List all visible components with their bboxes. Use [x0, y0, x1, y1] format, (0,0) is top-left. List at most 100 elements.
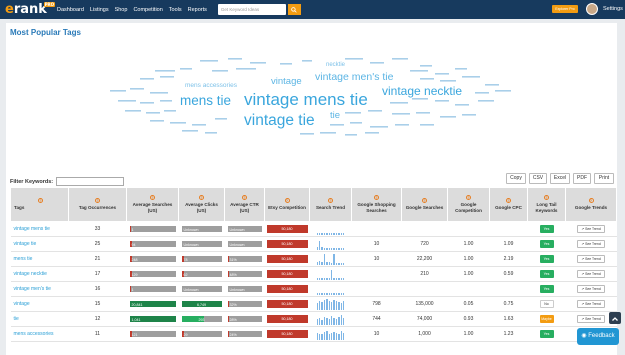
csv-button[interactable]: CSV [529, 173, 547, 184]
excel-button[interactable]: Excel [550, 173, 570, 184]
col-average-ctr[interactable]: ? Average CTR (US) [224, 187, 265, 222]
search-trend-sparkline[interactable] [312, 328, 350, 340]
tag-occurrences: 17 [68, 266, 127, 282]
average-ctr-value: 31% [229, 258, 237, 262]
etsy-competition-cell: 50,180 [264, 221, 310, 237]
col-etsy-competition[interactable]: ? Etsy Competition [264, 187, 310, 222]
search-trend-sparkline[interactable] [312, 223, 350, 235]
search-trend-sparkline[interactable] [312, 313, 350, 325]
google-competition: 1.00 [447, 236, 490, 252]
trend-bar [326, 317, 328, 325]
chevron-up-icon [612, 317, 618, 321]
tag-link[interactable]: mens tie [10, 251, 69, 267]
average-ctr-cell: 31% [224, 251, 265, 267]
feedback-button[interactable]: ◉ Feedback [577, 328, 619, 345]
trend-bar [328, 319, 330, 325]
trend-bar [340, 330, 342, 340]
info-icon: ? [284, 198, 290, 203]
trend-bar [326, 248, 328, 250]
col-average-searches[interactable]: ? Average Searches (US) [126, 187, 179, 222]
col-tag-occurrences[interactable]: ? Tag Occurrences [68, 187, 127, 222]
col-average-clicks[interactable]: ? Average Clicks (US) [178, 187, 225, 222]
tag-link[interactable]: vintage tie [10, 236, 69, 252]
pdf-button[interactable]: PDF [573, 173, 591, 184]
see-trend-button[interactable]: ↗ See Trend [577, 300, 605, 308]
search-trend-sparkline[interactable] [312, 298, 350, 310]
tag-link[interactable]: vintage men's tie [10, 281, 69, 297]
google-shopping-searches: 744 [351, 311, 402, 327]
see-trend-button[interactable]: ↗ See Trend [577, 270, 605, 278]
long-tail-badge: Maybe [539, 315, 554, 323]
trend-bar [319, 240, 321, 250]
google-shopping-searches: 10 [351, 251, 402, 267]
google-shopping-searches: 10 [351, 236, 402, 252]
col-long-tail[interactable]: ? Long Tail Keywords [527, 187, 566, 222]
tag-link[interactable]: mens accessories [10, 326, 69, 342]
see-trend-button[interactable]: ↗ See Trend [577, 255, 605, 263]
search-trend-sparkline[interactable] [312, 238, 350, 250]
col-google-trends[interactable]: ? Google Trends [565, 187, 617, 222]
trend-bar [342, 248, 345, 250]
trend-bar [326, 278, 328, 280]
info-icon: ? [466, 195, 471, 200]
copy-button[interactable]: Copy [506, 173, 526, 184]
average-clicks-value: Unknown [183, 228, 199, 232]
trend-bar [316, 293, 319, 295]
info-icon: ? [328, 198, 333, 203]
trend-bar [333, 317, 335, 325]
google-trends-cell: ↗ See Trend [565, 296, 617, 312]
filter-keywords-input[interactable] [56, 177, 125, 186]
average-searches-cell: 20,841 [126, 296, 179, 312]
google-competition: 1.00 [447, 251, 490, 267]
info-icon: ? [95, 198, 100, 203]
scroll-top-button[interactable] [609, 312, 621, 324]
trend-bar [342, 293, 345, 295]
col-tags[interactable]: ? Tags [10, 187, 69, 222]
average-clicks-value: Unknown [183, 243, 199, 247]
see-trend-button[interactable]: ↗ See Trend [577, 225, 605, 233]
long-tail-badge: No [539, 300, 554, 308]
filter-label: Filter Keywords: [10, 178, 54, 185]
col-google-searches[interactable]: ? Google Searches [401, 187, 448, 222]
google-shopping-searches [351, 221, 402, 237]
average-searches-cell: 129 [126, 266, 179, 282]
trend-bar [331, 248, 333, 250]
average-searches-bar: 1 [128, 225, 177, 233]
col-google-shopping[interactable]: ? Google Shopping Searches [351, 187, 402, 222]
search-trend-sparkline[interactable] [312, 253, 350, 265]
average-searches-value: 1,041 [131, 318, 141, 322]
tag-link[interactable]: vintage [10, 296, 69, 312]
average-clicks-bar: Unknown [180, 240, 223, 248]
col-search-trend[interactable]: ? Search Trend [309, 187, 352, 222]
etsy-competition-cell: 50,180 [264, 266, 310, 282]
col-google-cpc[interactable]: ? Google CPC [489, 187, 528, 222]
etsy-competition-value: 50,180 [266, 240, 308, 248]
tag-occurrences: 21 [68, 251, 127, 267]
see-trend-button[interactable]: ↗ See Trend [577, 285, 605, 293]
tag-link[interactable]: vintage mens tie [10, 221, 69, 237]
search-trend-sparkline[interactable] [312, 283, 350, 295]
average-ctr-cell: 28% [224, 311, 265, 327]
tag-link[interactable]: tie [10, 311, 69, 327]
average-ctr-cell: 24% [224, 326, 265, 342]
trend-bar [340, 248, 342, 250]
trend-bar [316, 262, 319, 265]
average-ctr-value: 48% [229, 273, 237, 277]
col-google-competition[interactable]: ? Google Competition [447, 187, 490, 222]
table-row: tie 12 1,041 293 28% 50,180 744 74,000 0.93 1.63 M… [10, 311, 617, 327]
google-searches: 135,000 [401, 296, 448, 312]
long-tail-cell: No [527, 296, 566, 312]
average-searches-value: 94 [131, 243, 136, 247]
trend-bar [338, 233, 340, 235]
average-searches-bar: 1,041 [128, 315, 177, 323]
print-button[interactable]: Print [594, 173, 614, 184]
google-trends-cell: ↗ See Trend [565, 281, 617, 297]
see-trend-button[interactable]: ↗ See Trend [577, 240, 605, 248]
google-searches [401, 221, 448, 237]
average-searches-cell: 1 [126, 281, 179, 297]
tag-link[interactable]: vintage necktie [10, 266, 69, 282]
see-trend-button[interactable]: ↗ See Trend [577, 315, 605, 323]
search-trend-sparkline[interactable] [312, 268, 350, 280]
average-searches-cell: 121 [126, 326, 179, 342]
trend-bar [319, 317, 321, 325]
